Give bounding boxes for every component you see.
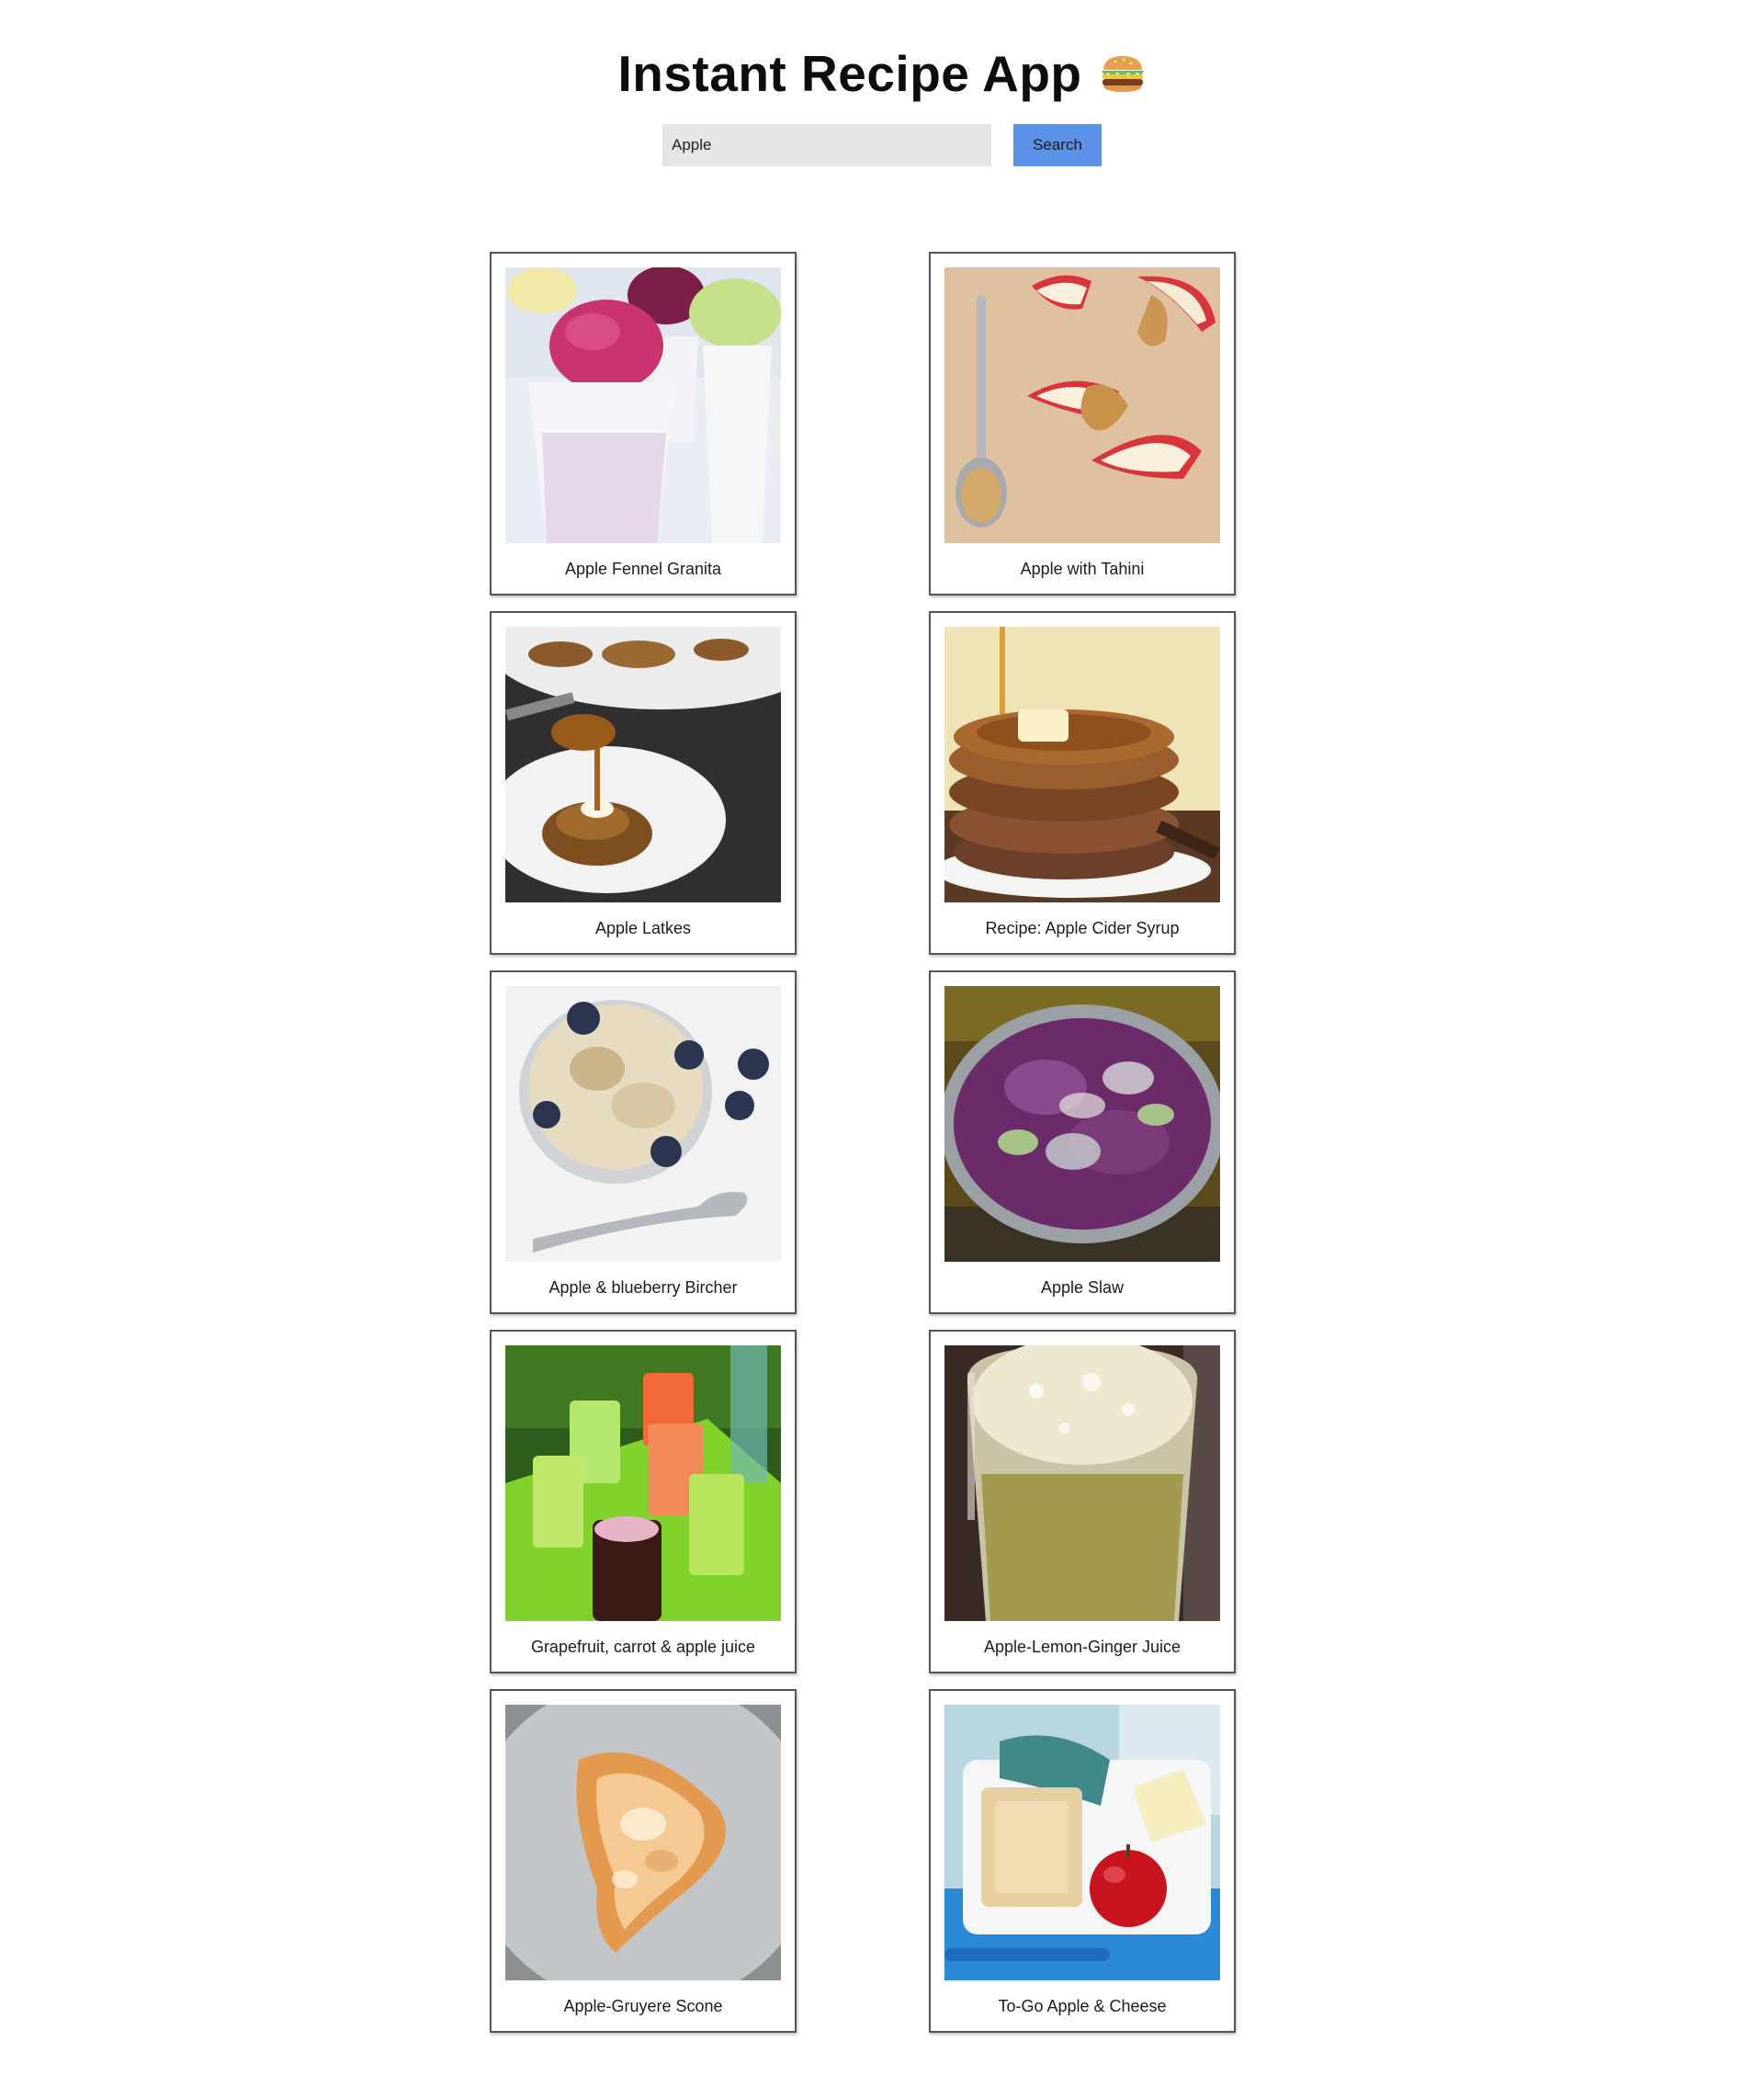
recipe-title: Apple Fennel Granita [564, 560, 722, 578]
recipe-title: Apple-Lemon-Ginger Juice [983, 1638, 1182, 1656]
recipe-title: Apple & blueberry Bircher [548, 1278, 738, 1297]
juice-glasses-tray-photo [505, 1345, 781, 1621]
recipe-title: Grapefruit, carrot & apple juice [530, 1638, 756, 1656]
recipe-title: To-Go Apple & Cheese [998, 1997, 1167, 2015]
search-input[interactable] [662, 124, 991, 166]
app-title: Instant Recipe App [617, 45, 1082, 102]
recipe-title: Apple Latkes [594, 919, 692, 937]
recipe-card[interactable]: Apple Slaw [929, 970, 1236, 1314]
recipe-title: Apple-Gruyere Scone [563, 1997, 723, 2015]
recipe-card[interactable]: Apple-Lemon-Ginger Juice [929, 1330, 1236, 1673]
recipe-title: Recipe: Apple Cider Syrup [985, 919, 1180, 937]
header: Instant Recipe App [0, 44, 1764, 103]
search-bar: Search [0, 124, 1764, 166]
purple-slaw-bowl-photo [944, 986, 1220, 1262]
recipe-title: Apple Slaw [1040, 1278, 1125, 1297]
bircher-blueberry-glass-photo [505, 986, 781, 1262]
granita-cups-photo [505, 267, 781, 543]
lunchbox-apple-photo [944, 1705, 1220, 1980]
recipe-card[interactable]: Apple & blueberry Bircher [490, 970, 797, 1314]
pancake-stack-syrup-photo [944, 627, 1220, 902]
recipe-card[interactable]: Recipe: Apple Cider Syrup [929, 611, 1236, 955]
juice-jar-photo [944, 1345, 1220, 1621]
recipe-title: Apple with Tahini [1020, 560, 1145, 578]
hamburger-icon [1099, 53, 1147, 94]
recipe-card[interactable]: Apple Fennel Granita [490, 252, 797, 595]
scone-plate-photo [505, 1705, 781, 1980]
latke-caramel-photo [505, 627, 781, 902]
apple-slices-tahini-photo [944, 267, 1220, 543]
recipe-card[interactable]: To-Go Apple & Cheese [929, 1689, 1236, 2033]
recipe-card[interactable]: Grapefruit, carrot & apple juice [490, 1330, 797, 1673]
title-row: Instant Recipe App [617, 44, 1146, 103]
search-button[interactable]: Search [1013, 124, 1102, 166]
recipe-grid: Apple Fennel Granita Apple with Tahini A… [490, 252, 1236, 2033]
recipe-card[interactable]: Apple with Tahini [929, 252, 1236, 595]
recipe-card[interactable]: Apple Latkes [490, 611, 797, 955]
recipe-card[interactable]: Apple-Gruyere Scone [490, 1689, 797, 2033]
